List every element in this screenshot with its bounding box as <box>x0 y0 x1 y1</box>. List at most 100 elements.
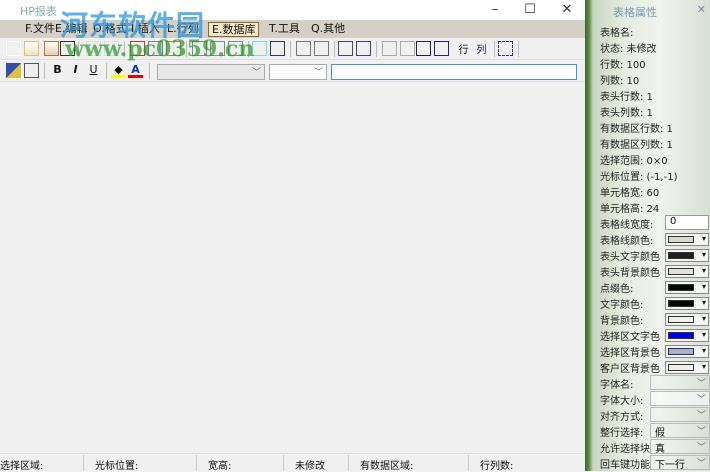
separator <box>106 63 107 79</box>
chevron-down-icon: ▾ <box>701 346 706 355</box>
font-color-icon[interactable]: A <box>128 63 143 78</box>
col-button[interactable]: 列 <box>474 41 489 56</box>
color-label: 表头文字颜色 <box>600 252 660 263</box>
chevron-down-icon: ﹀ <box>696 379 706 389</box>
watermark-url: www.pc0359.cn <box>65 36 255 62</box>
color-picker[interactable]: ▾ <box>665 313 709 326</box>
status-cell: 宽高: <box>208 461 232 472</box>
open-folder-icon[interactable] <box>24 41 39 56</box>
color-picker[interactable]: ▾ <box>665 249 709 262</box>
font-prop-label: 整行选择: <box>600 428 644 439</box>
color-picker[interactable]: ▾ <box>665 361 709 374</box>
merge-icon[interactable] <box>296 41 311 56</box>
color-picker[interactable]: ▾ <box>665 329 709 342</box>
grid-icon[interactable] <box>270 41 285 56</box>
status-cell: 有数据区域: <box>360 461 414 472</box>
bold-button[interactable]: B <box>50 63 65 78</box>
font-prop-value: 真 <box>655 444 665 455</box>
color-label: 选择区背景色 <box>600 348 660 359</box>
font-prop-select[interactable]: 下一行 ﹀ <box>650 455 710 471</box>
cell-content-input[interactable] <box>331 64 577 80</box>
font-prop-select[interactable]: ﹀ <box>650 407 710 422</box>
separator <box>290 41 291 57</box>
table-properties-panel: 表格属性 ✕ 表格名: 状态: 未修改 行数: 100 列数: 10 表头行数: 1 表头… <box>585 0 710 471</box>
color-swatch <box>668 332 694 339</box>
delete-col-icon[interactable] <box>400 41 415 56</box>
chevron-down-icon: ▾ <box>701 330 706 339</box>
save-icon[interactable] <box>44 41 59 56</box>
menu-item[interactable]: Q.其他 <box>308 22 348 37</box>
panel-close-button[interactable]: ✕ <box>697 3 706 16</box>
insert-rows-icon[interactable] <box>416 41 431 56</box>
color-label: 文字颜色: <box>600 300 644 311</box>
color-swatch <box>668 300 694 307</box>
status-divider <box>196 455 197 471</box>
split-icon[interactable] <box>314 41 329 56</box>
separator <box>376 41 377 57</box>
font-prop-label: 字体大小: <box>600 396 644 407</box>
fill-color-icon[interactable]: ◆ <box>111 63 126 78</box>
chevron-down-icon: ▾ <box>701 266 706 275</box>
toolbar-format: B I U ◆ A ﹀ ﹀ <box>0 60 585 82</box>
menu-item[interactable]: E.数据库 <box>208 22 260 37</box>
color-picker[interactable]: ▾ <box>665 281 709 294</box>
status-divider <box>468 455 469 471</box>
chevron-down-icon: ▾ <box>701 314 706 323</box>
underline-button[interactable]: U <box>86 63 101 78</box>
color-picker[interactable]: ▾ <box>665 345 709 358</box>
italic-button[interactable]: I <box>68 63 83 78</box>
separator <box>334 41 335 57</box>
panel-info-label: 列数: 10 <box>600 76 640 87</box>
font-prop-label: 字体名: <box>600 380 634 391</box>
menu-item[interactable]: T.工具 <box>266 22 303 37</box>
panel-info-label: 行数: 100 <box>600 60 646 71</box>
panel-info-label: 表头列数: 1 <box>600 108 653 119</box>
line-width-input[interactable]: 0 <box>665 215 709 230</box>
edit-table-icon[interactable] <box>6 63 21 78</box>
chevron-down-icon: ▾ <box>701 298 706 307</box>
status-cell: 光标位置: <box>95 461 139 472</box>
font-size-select[interactable]: ﹀ <box>269 64 327 80</box>
font-name-select[interactable]: ﹀ <box>157 64 265 80</box>
chevron-down-icon: ﹀ <box>696 443 706 453</box>
insert-col-icon[interactable] <box>356 41 371 56</box>
color-picker[interactable]: ▾ <box>665 297 709 310</box>
insert-cols-icon[interactable] <box>434 41 449 56</box>
panel-info-label: 有数据区行数: 1 <box>600 124 673 135</box>
minimize-button[interactable]: – <box>477 0 513 20</box>
color-label: 客户区背景色 <box>600 364 660 375</box>
chevron-down-icon: ﹀ <box>696 459 706 469</box>
font-prop-label: 回车键功能 <box>600 460 650 471</box>
panel-info-label: 单元格高: 24 <box>600 204 660 215</box>
panel-info-label: 表格名: <box>600 28 634 39</box>
close-button[interactable]: ✕ <box>549 0 585 20</box>
color-picker[interactable]: ▾ <box>665 233 709 246</box>
row-button[interactable]: 行 <box>456 41 471 56</box>
status-bar: 选择区域: 光标位置: 宽高: 未修改 有数据区域: 行列数: <box>0 453 585 472</box>
status-divider <box>348 455 349 471</box>
font-prop-label: 允许选择块 <box>600 444 650 455</box>
insert-row-icon[interactable] <box>338 41 353 56</box>
color-swatch <box>668 364 694 371</box>
font-prop-label: 对齐方式: <box>600 412 644 423</box>
font-prop-select[interactable]: 假 ﹀ <box>650 423 710 439</box>
color-swatch <box>668 348 694 355</box>
font-prop-select[interactable]: 真 ﹀ <box>650 439 710 455</box>
select-all-icon[interactable] <box>498 41 513 56</box>
delete-row-icon[interactable] <box>382 41 397 56</box>
main-window: HP报表 – ☐ ✕ F.文件 E.编辑 O.格式 I.插入 L.行列 E.数据库 T.工具… <box>0 0 585 472</box>
cell-property-icon[interactable] <box>24 63 39 78</box>
font-prop-select[interactable]: ﹀ <box>650 375 710 390</box>
color-swatch <box>668 236 694 243</box>
chevron-down-icon: ﹀ <box>696 395 706 405</box>
status-divider <box>283 455 284 471</box>
maximize-button[interactable]: ☐ <box>512 0 548 20</box>
panel-info-label: 光标位置: (-1,-1) <box>600 172 678 183</box>
font-prop-select[interactable]: ﹀ <box>650 391 710 406</box>
chevron-down-icon: ▾ <box>701 282 706 291</box>
new-file-icon[interactable] <box>6 41 21 56</box>
color-picker[interactable]: ▾ <box>665 265 709 278</box>
color-swatch <box>668 252 694 259</box>
status-divider <box>83 455 84 471</box>
separator <box>494 41 495 57</box>
